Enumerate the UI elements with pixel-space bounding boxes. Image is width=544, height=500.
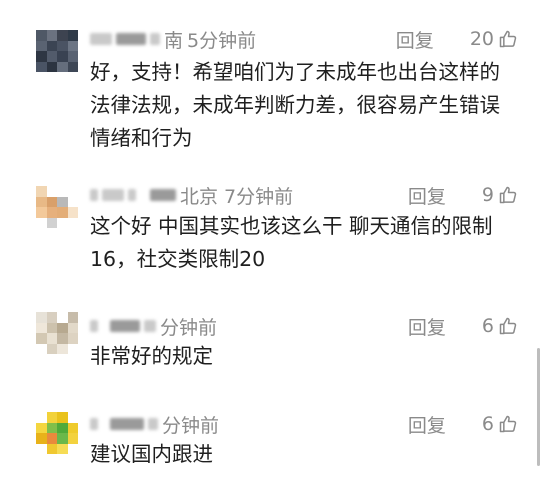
avatar[interactable] [36,186,78,228]
comment-time: 7分钟前 [224,185,294,208]
comment-meta: 北京 7分钟前 [90,182,293,208]
thumbs-up-icon[interactable] [498,29,518,49]
blurred-username [150,33,160,45]
comment-actions: 回复 9 [408,182,518,208]
comment-actions: 回复 6 [408,411,518,437]
blurred-username [150,189,176,201]
blurred-username [148,418,158,430]
blurred-username [90,320,98,332]
blurred-username [128,189,136,201]
comment-time: 分钟前 [162,414,220,437]
thumbs-up-icon[interactable] [498,185,518,205]
reply-button[interactable]: 回复 [408,182,446,209]
comment-text: 建议国内跟进 [90,442,213,466]
comment-actions: 回复 6 [408,313,518,339]
comment-time: 5分钟前 [187,29,257,52]
avatar[interactable] [36,312,78,354]
reply-button[interactable]: 回复 [408,313,446,340]
avatar[interactable] [36,412,78,454]
like-count: 20 [469,28,494,50]
comment-location: 北京 [180,185,219,208]
like-count: 6 [481,315,494,337]
blurred-username [144,320,156,332]
comment-meta: 南 5分钟前 [90,26,256,52]
like-count: 6 [481,413,494,435]
blurred-username [90,33,112,45]
blurred-username [116,33,146,45]
blurred-username [90,189,98,201]
scrollbar[interactable] [537,348,540,466]
comment-meta: 分钟前 [90,411,219,437]
comment-text: 非常好的规定 [90,344,213,368]
comment-meta: 分钟前 [90,313,217,339]
avatar[interactable] [36,30,78,72]
reply-button[interactable]: 回复 [396,26,434,53]
comment-text: 好，支持！希望咱们为了未成年也出台这样的法律法规，未成年判断力差，很容易产生错误… [90,60,500,150]
blurred-username [110,418,144,430]
reply-button[interactable]: 回复 [408,411,446,438]
like-count: 9 [481,184,494,206]
comment-location: 南 [164,29,184,52]
blurred-username [110,320,140,332]
comment-text: 这个好 中国其实也该这么干 聊天通信的限制16，社交类限制20 [90,214,493,271]
blurred-username [90,418,98,430]
thumbs-up-icon[interactable] [498,316,518,336]
comment-time: 分钟前 [160,316,218,339]
comment-actions: 回复 20 [396,26,518,52]
thumbs-up-icon[interactable] [498,414,518,434]
blurred-username [102,189,124,201]
